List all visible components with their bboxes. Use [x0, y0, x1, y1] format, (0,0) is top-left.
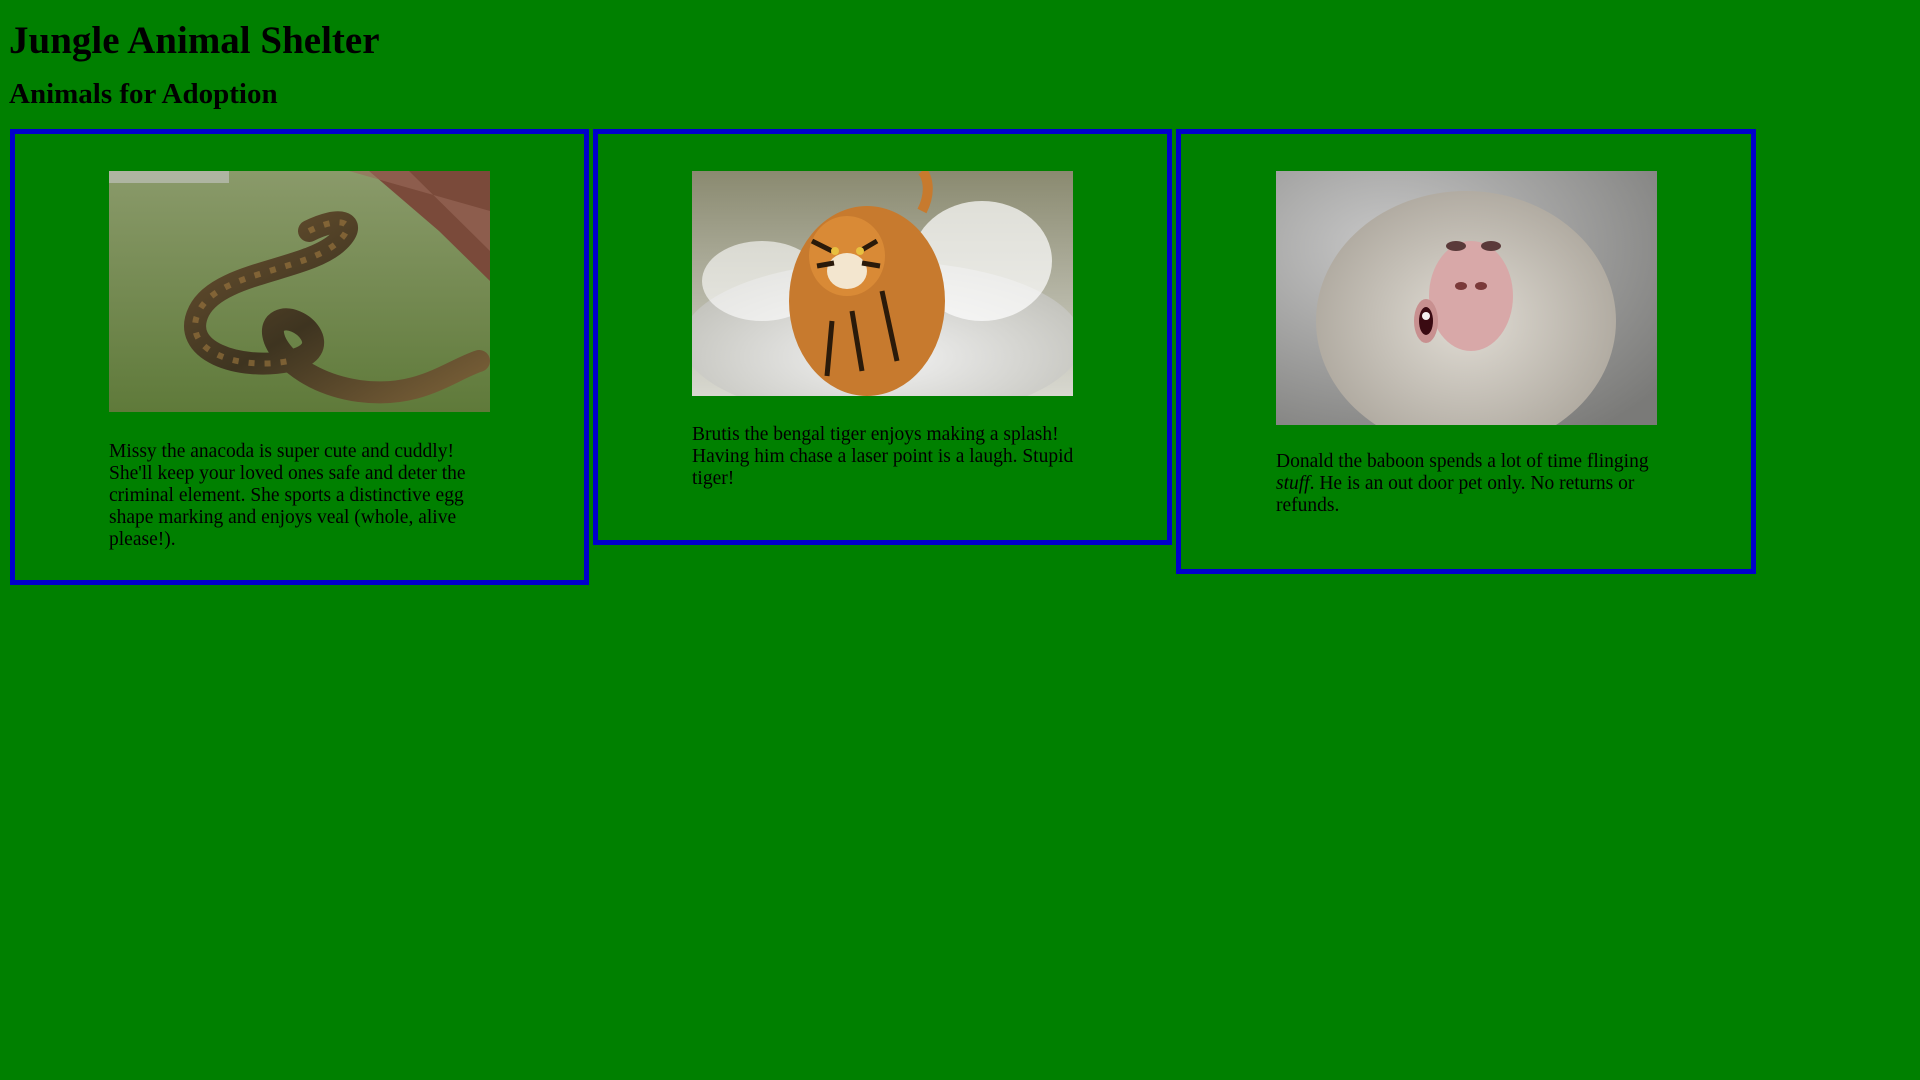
baboon-description-part2: . He is an out door pet only. No returns… [1276, 473, 1635, 516]
page: Jungle Animal Shelter Animals for Adopti… [0, 0, 1920, 1080]
page-subtitle: Animals for Adoption [9, 78, 278, 110]
anaconda-photo [109, 171, 490, 412]
page-title: Jungle Animal Shelter [9, 19, 380, 62]
baboon-description: Donald the baboon spends a lot of time f… [1276, 451, 1661, 517]
tiger-photo [692, 171, 1073, 396]
baboon-photo [1276, 171, 1657, 425]
anaconda-description: Missy the anacoda is super cute and cudd… [109, 441, 466, 550]
baboon-description-part1: Donald the baboon spends a lot of time f… [1276, 451, 1649, 472]
tiger-description: Brutis the bengal tiger enjoys making a … [692, 424, 1074, 489]
baboon-description-emphasis: stuff [1276, 473, 1310, 494]
animal-card-anaconda: Missy the anacoda is super cute and cudd… [10, 129, 589, 585]
animal-card-tiger: Brutis the bengal tiger enjoys making a … [593, 129, 1172, 545]
animal-card-baboon: Donald the baboon spends a lot of time f… [1176, 129, 1756, 574]
